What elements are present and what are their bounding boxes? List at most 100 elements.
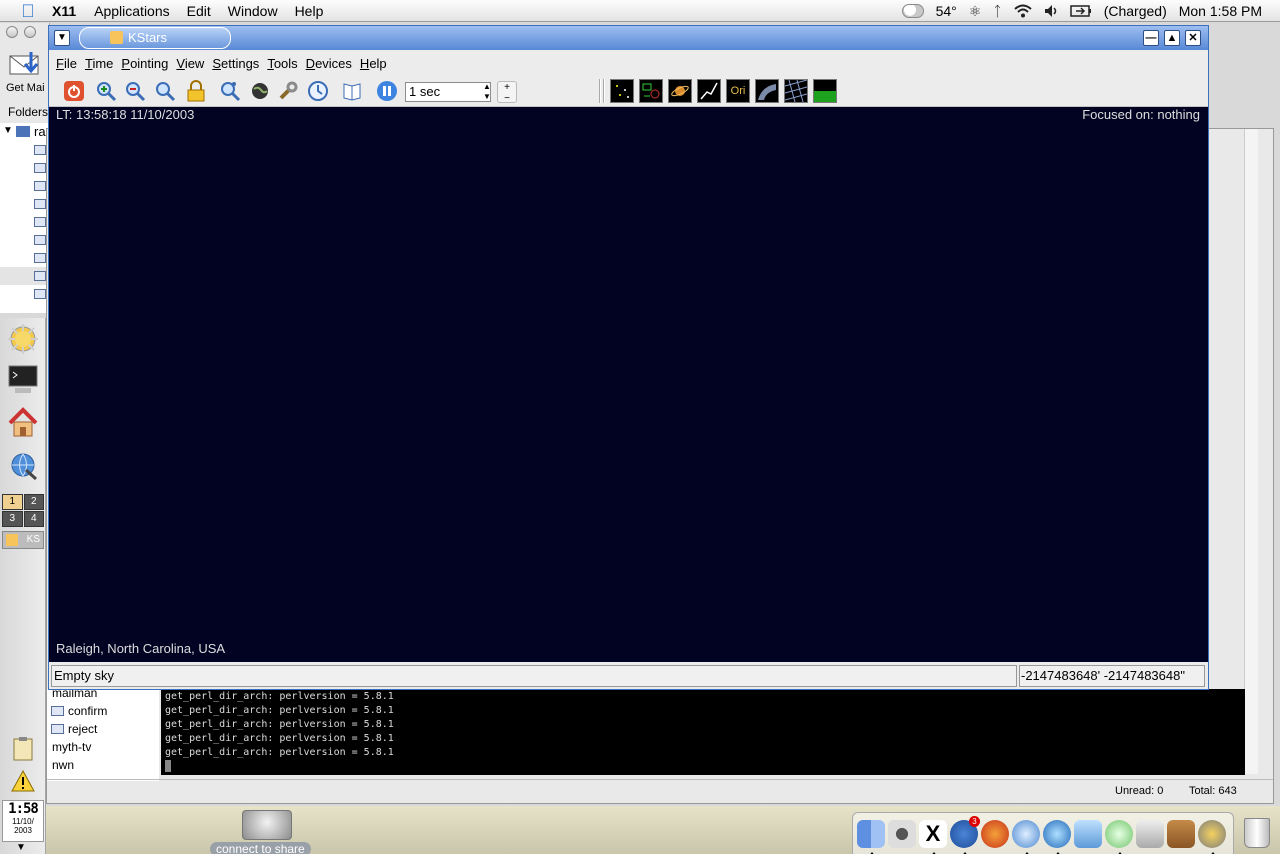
menu-tools[interactable]: Tools: [267, 56, 297, 71]
menu-time[interactable]: Time: [85, 56, 113, 71]
network-icon[interactable]: ⚛: [969, 3, 982, 20]
close-button[interactable]: ✕: [1185, 30, 1201, 46]
toggle-planets-icon[interactable]: [668, 79, 692, 103]
warning-icon[interactable]: [10, 768, 36, 794]
menu-help[interactable]: Help: [360, 56, 387, 71]
volume-icon[interactable]: [1044, 4, 1058, 18]
default-zoom-icon[interactable]: [154, 80, 176, 102]
menu-devices[interactable]: Devices: [306, 56, 352, 71]
kde-gear-icon[interactable]: [1198, 819, 1226, 854]
minimize-dot[interactable]: [24, 26, 36, 38]
bluetooth-icon[interactable]: ᛏ: [993, 3, 1001, 19]
vertical-scrollbar[interactable]: [1244, 129, 1258, 774]
preview-icon[interactable]: [1074, 819, 1102, 848]
mail-icon[interactable]: 3: [950, 815, 980, 854]
toggle-ground-icon[interactable]: [813, 79, 837, 103]
pager-desktop-2[interactable]: 2: [23, 494, 44, 510]
itunes-icon[interactable]: [1105, 819, 1133, 854]
tree-root-row[interactable]: ▼ ra: [0, 123, 50, 141]
lock-icon[interactable]: [185, 80, 207, 102]
zoom-out-icon[interactable]: [124, 80, 146, 102]
spin-down-icon[interactable]: ▼: [481, 92, 493, 102]
tree-item[interactable]: [0, 141, 50, 159]
toggle-constellation-names-icon[interactable]: Ori: [726, 79, 750, 103]
menu-view[interactable]: View: [176, 56, 204, 71]
finder-icon[interactable]: [857, 819, 885, 854]
folder-item-myth-tv[interactable]: myth-tv: [52, 739, 91, 755]
terminal-output[interactable]: get_perl_dir_arch: perlversion = 5.8.1 g…: [161, 689, 1245, 775]
globe-icon[interactable]: [249, 80, 271, 102]
menu-applications[interactable]: Applications: [94, 3, 170, 19]
battery-icon[interactable]: [1069, 5, 1092, 17]
quit-icon[interactable]: [63, 80, 85, 102]
system-prefs-icon[interactable]: [1136, 819, 1164, 848]
handbook-icon[interactable]: [341, 80, 363, 102]
window-menu-icon[interactable]: ▼: [54, 30, 70, 46]
toggle-deep-sky-icon[interactable]: [639, 79, 663, 103]
spin-up-icon[interactable]: ▲: [481, 82, 493, 92]
menu-edit[interactable]: Edit: [187, 3, 211, 19]
clock-icon[interactable]: [307, 80, 329, 102]
tree-item[interactable]: [0, 177, 50, 195]
menu-file[interactable]: File: [56, 56, 77, 71]
disclosure-triangle-icon[interactable]: ▼: [3, 125, 13, 136]
get-mail-label[interactable]: Get Mai: [6, 82, 45, 94]
timestep-spin-arrows[interactable]: ▲ ▼: [481, 82, 493, 102]
tree-item[interactable]: [0, 231, 50, 249]
camino-icon[interactable]: [1043, 819, 1071, 854]
dashboard-eye-icon[interactable]: [888, 819, 916, 848]
menu-help[interactable]: Help: [295, 3, 324, 19]
kstars-titlebar[interactable]: ▼ KStars — ▲ ✕: [49, 26, 1208, 50]
network-share-icon[interactable]: [242, 810, 292, 840]
timestep-units-button[interactable]: + −: [497, 81, 517, 104]
folder-item-nwn[interactable]: nwn: [52, 757, 74, 773]
tree-item[interactable]: [0, 159, 50, 177]
clipboard-icon[interactable]: [10, 736, 36, 762]
trash-icon[interactable]: [1244, 818, 1270, 848]
toggle-stars-icon[interactable]: [610, 79, 634, 103]
menubar-clock[interactable]: Mon 1:58 PM: [1179, 3, 1262, 19]
find-object-icon[interactable]: [219, 80, 241, 102]
pager-desktop-1[interactable]: 1: [2, 494, 23, 510]
taskbar-kstars-button[interactable]: KS: [2, 531, 44, 549]
weather-icon[interactable]: [901, 4, 924, 18]
pager-desktop-4[interactable]: 4: [23, 511, 44, 527]
pause-clock-icon[interactable]: [376, 80, 398, 102]
title-tab[interactable]: KStars: [79, 27, 231, 49]
toggle-coordinate-grid-icon[interactable]: [784, 79, 808, 103]
toggle-milky-way-icon[interactable]: [755, 79, 779, 103]
wifi-icon[interactable]: [1014, 4, 1032, 18]
menu-app-name[interactable]: X11: [52, 3, 76, 19]
pager-desktop-3[interactable]: 3: [2, 511, 23, 527]
tree-item[interactable]: [0, 249, 50, 267]
folder-item-confirm[interactable]: confirm: [51, 703, 107, 719]
panel-clock[interactable]: 1:58 11/10/ 2003: [2, 800, 44, 842]
browser-icon[interactable]: [6, 448, 40, 482]
panel-arrow-icon[interactable]: ▼: [16, 842, 26, 853]
temperature-readout[interactable]: 54°: [936, 3, 957, 19]
sky-map[interactable]: LT: 13:58:18 11/10/2003 Focused on: noth…: [49, 107, 1208, 662]
kde-launcher-icon[interactable]: [6, 322, 40, 356]
get-mail-icon[interactable]: [9, 50, 41, 80]
menu-window[interactable]: Window: [228, 3, 278, 19]
apple-menu-icon[interactable]: : [18, 1, 38, 21]
tree-item[interactable]: [0, 213, 50, 231]
tree-item-selected[interactable]: [0, 267, 50, 285]
folder-item-reject[interactable]: reject: [51, 721, 97, 737]
timestep-spinbox[interactable]: 1 sec: [405, 82, 491, 102]
toggle-constellation-lines-icon[interactable]: [697, 79, 721, 103]
home-icon[interactable]: [6, 406, 40, 440]
minimize-button[interactable]: —: [1143, 30, 1159, 46]
configure-icon[interactable]: [277, 80, 299, 102]
firefox-icon[interactable]: [981, 819, 1009, 848]
close-dot[interactable]: [6, 26, 18, 38]
x11-icon[interactable]: X: [919, 819, 947, 854]
safari-icon[interactable]: [1012, 819, 1040, 854]
suitcase-icon[interactable]: [1167, 819, 1195, 848]
menu-pointing[interactable]: Pointing: [121, 56, 168, 71]
zoom-in-icon[interactable]: [95, 80, 117, 102]
share-label[interactable]: connect to share: [210, 842, 311, 854]
tree-item[interactable]: [0, 195, 50, 213]
battery-status[interactable]: (Charged): [1104, 3, 1167, 19]
tree-item[interactable]: [0, 285, 50, 303]
